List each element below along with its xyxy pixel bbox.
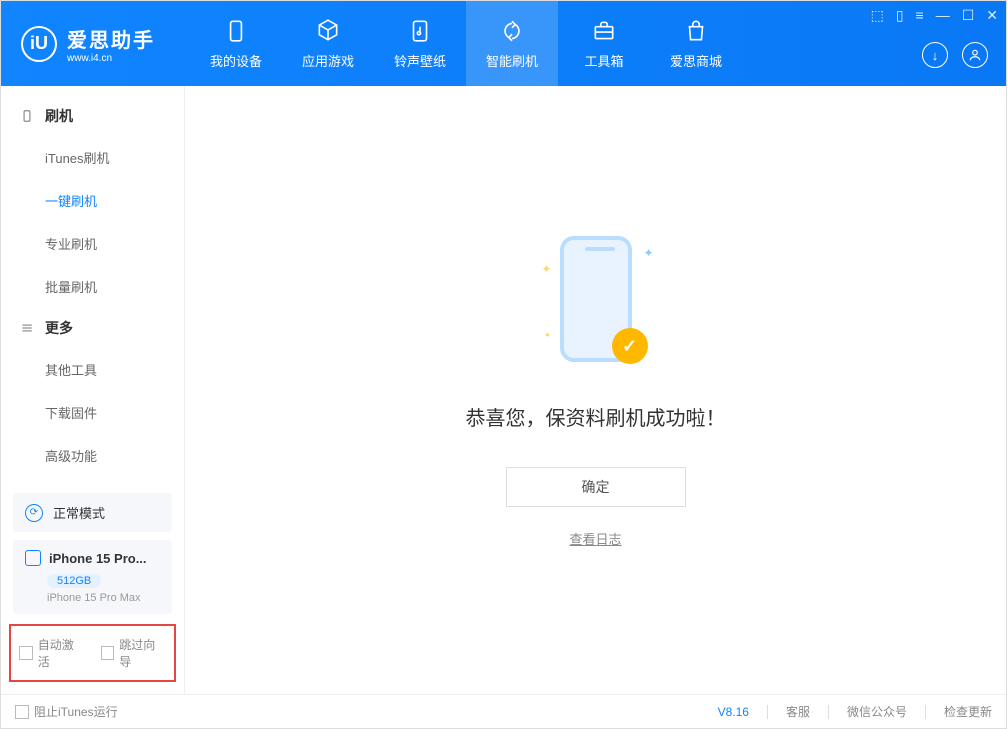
- check-update-link[interactable]: 检查更新: [944, 703, 992, 720]
- sidebar-item-batch-flash[interactable]: 批量刷机: [1, 265, 184, 308]
- sidebar-group-flash: 刷机: [1, 96, 184, 136]
- nav-smart-flash[interactable]: 智能刷机: [466, 1, 558, 86]
- sidebar-item-other-tools[interactable]: 其他工具: [1, 348, 184, 391]
- app-logo: iU 爱思助手 www.i4.cn: [1, 24, 175, 64]
- checkbox-auto-activate[interactable]: 自动激活: [19, 636, 85, 670]
- sparkle-icon: •: [546, 328, 550, 342]
- music-icon: [406, 17, 434, 45]
- device-small-icon: [25, 550, 41, 566]
- phone-mini-icon[interactable]: ▯: [896, 7, 904, 24]
- mode-status[interactable]: ⟳ 正常模式: [13, 493, 172, 532]
- sidebar-item-oneclick-flash[interactable]: 一键刷机: [1, 179, 184, 222]
- sparkle-icon: ✦: [643, 246, 653, 260]
- storage-badge: 512GB: [47, 574, 101, 588]
- view-log-link[interactable]: 查看日志: [569, 529, 621, 548]
- device-icon: [222, 17, 250, 45]
- phone-outline-icon: [19, 108, 35, 124]
- footer: 阻止iTunes运行 V8.16 客服 微信公众号 检查更新: [1, 694, 1006, 728]
- wechat-link[interactable]: 微信公众号: [847, 703, 907, 720]
- close-icon[interactable]: ✕: [986, 7, 998, 24]
- account-button[interactable]: [962, 42, 988, 68]
- download-button[interactable]: ↓: [922, 42, 948, 68]
- logo-icon: iU: [21, 26, 57, 62]
- sidebar-item-itunes-flash[interactable]: iTunes刷机: [1, 136, 184, 179]
- sidebar: 刷机 iTunes刷机 一键刷机 专业刷机 批量刷机 更多 其他工具 下载固件 …: [1, 86, 185, 694]
- app-title: 爱思助手: [67, 24, 155, 53]
- toolbox-icon: [590, 17, 618, 45]
- success-message: 恭喜您，保资料刷机成功啦！: [466, 402, 726, 431]
- app-header: iU 爱思助手 www.i4.cn 我的设备 应用游戏 铃声壁纸 智能刷机: [1, 1, 1006, 86]
- nav-ringtones[interactable]: 铃声壁纸: [374, 1, 466, 86]
- success-illustration: ✓ ✦ ✦ •: [526, 232, 666, 372]
- main-content: ✓ ✦ ✦ • 恭喜您，保资料刷机成功啦！ 确定 查看日志: [185, 86, 1006, 694]
- version-label[interactable]: V8.16: [718, 705, 749, 719]
- sparkle-icon: ✦: [542, 262, 552, 276]
- main-nav: 我的设备 应用游戏 铃声壁纸 智能刷机 工具箱 爱思商城: [190, 1, 742, 86]
- nav-my-device[interactable]: 我的设备: [190, 1, 282, 86]
- bag-icon: [682, 17, 710, 45]
- confirm-button[interactable]: 确定: [506, 467, 686, 507]
- device-card[interactable]: iPhone 15 Pro... 512GB iPhone 15 Pro Max: [13, 540, 172, 614]
- nav-apps-games[interactable]: 应用游戏: [282, 1, 374, 86]
- checkbox-block-itunes[interactable]: 阻止iTunes运行: [15, 703, 118, 720]
- menu-icon[interactable]: ≡: [916, 7, 924, 24]
- device-name: iPhone 15 Pro...: [49, 551, 147, 566]
- app-url: www.i4.cn: [67, 53, 155, 64]
- nav-toolbox[interactable]: 工具箱: [558, 1, 650, 86]
- sidebar-item-pro-flash[interactable]: 专业刷机: [1, 222, 184, 265]
- checkbox-skip-guide[interactable]: 跳过向导: [101, 636, 167, 670]
- maximize-icon[interactable]: ☐: [962, 7, 975, 24]
- skin-icon[interactable]: ⬚: [871, 7, 884, 24]
- support-link[interactable]: 客服: [786, 703, 810, 720]
- refresh-small-icon: ⟳: [25, 504, 43, 522]
- header-actions: ↓: [922, 42, 988, 68]
- window-controls: ⬚ ▯ ≡ — ☐ ✕: [871, 7, 998, 24]
- options-highlighted: 自动激活 跳过向导: [9, 624, 176, 682]
- refresh-icon: [498, 17, 526, 45]
- sidebar-group-more: 更多: [1, 308, 184, 348]
- sidebar-item-download-firmware[interactable]: 下载固件: [1, 391, 184, 434]
- minimize-icon[interactable]: —: [936, 7, 950, 24]
- device-model: iPhone 15 Pro Max: [47, 592, 160, 604]
- cube-icon: [314, 17, 342, 45]
- sidebar-item-advanced[interactable]: 高级功能: [1, 434, 184, 477]
- more-icon: [19, 320, 35, 336]
- nav-store[interactable]: 爱思商城: [650, 1, 742, 86]
- check-badge-icon: ✓: [612, 328, 648, 364]
